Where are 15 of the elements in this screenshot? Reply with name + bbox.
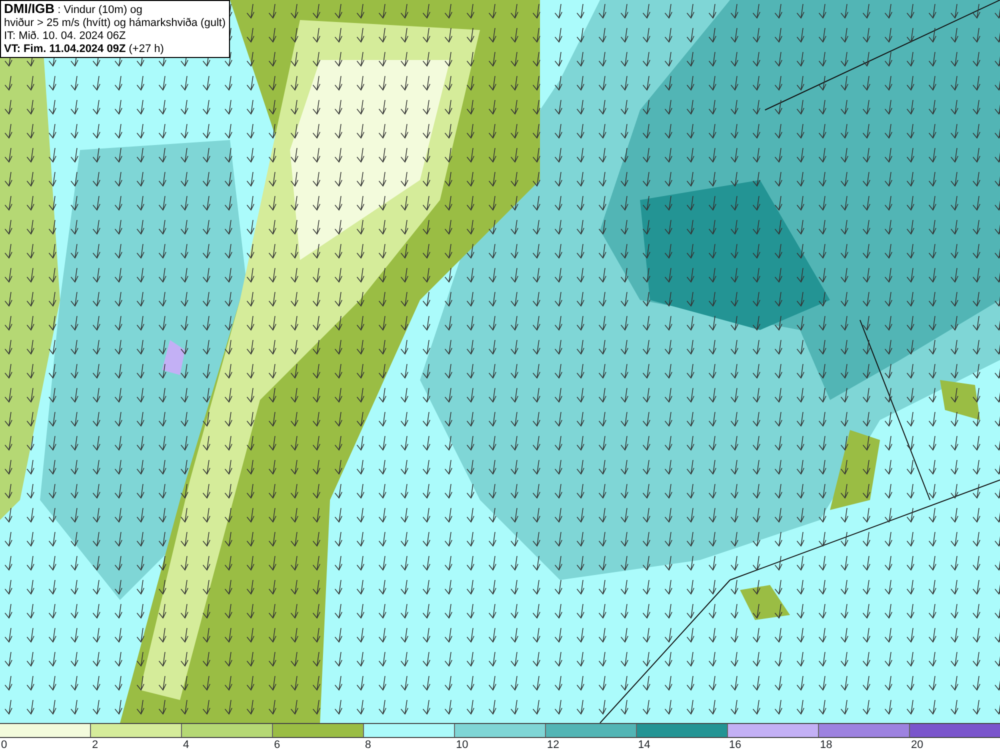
scale-tick-label: 0 <box>1 739 8 751</box>
scale-tick-label: 4 <box>183 739 190 751</box>
scale-tick-label: 12 <box>547 739 560 751</box>
scale-tick-label: 10 <box>456 739 468 751</box>
scale-tick-label: 20 <box>911 739 924 751</box>
scale-tick-label: 8 <box>365 739 372 751</box>
info-text-line: DMI/IGB : Vindur (10m) og <box>4 2 144 17</box>
info-text-line: hviður > 25 m/s (hvítt) og hámarkshviða (gult) <box>4 17 226 30</box>
scale-tick-label: 2 <box>92 739 98 751</box>
scale-tick-label: 6 <box>274 739 280 751</box>
scale-tick-label: 16 <box>729 739 742 751</box>
scale-tick-label: 14 <box>638 739 650 751</box>
info-text-line: IT: Mið. 10. 04. 2024 06Z <box>4 30 127 43</box>
scale-tick-label: 18 <box>820 739 832 751</box>
info-text-line: VT: Fim. 11.04.2024 09Z (+27 h) <box>4 43 165 56</box>
